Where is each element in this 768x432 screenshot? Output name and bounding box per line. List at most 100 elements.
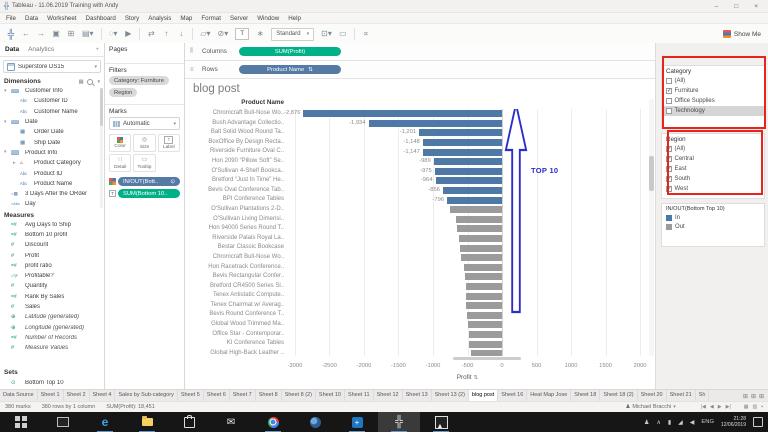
- profit-bar[interactable]: [468, 321, 503, 329]
- product-row-label[interactable]: KI Conference Tables: [185, 339, 288, 349]
- profit-bar[interactable]: [419, 129, 503, 137]
- product-row-label[interactable]: Bevis Round Conference T..: [185, 310, 288, 320]
- dimension-field[interactable]: Product ID: [0, 168, 104, 178]
- mail-icon[interactable]: [210, 412, 252, 432]
- edge-icon[interactable]: [84, 412, 126, 432]
- first-sheet-button[interactable]: |◀: [701, 404, 706, 410]
- product-row-label[interactable]: Hon 94000 Series Round T..: [185, 224, 288, 234]
- measure-field[interactable]: Measure Values: [0, 343, 104, 353]
- profit-bar[interactable]: [463, 263, 503, 271]
- legend-item[interactable]: Out: [662, 223, 764, 233]
- separator[interactable]: [353, 28, 355, 40]
- tableau-logo-icon[interactable]: ╬: [7, 29, 15, 39]
- measure-field[interactable]: Profitable?: [0, 271, 104, 281]
- marks-button[interactable]: Size: [133, 134, 156, 152]
- volume-icon[interactable]: ◀: [690, 419, 695, 426]
- filter-option-row[interactable]: (All): [662, 76, 764, 86]
- product-row-label[interactable]: O'Sullivan 4-Shelf Bookca..: [185, 167, 288, 177]
- fix-axes-icon[interactable]: ∗: [256, 29, 264, 39]
- hide-tabs-button[interactable]: ▪: [761, 404, 763, 410]
- new-worksheet-button[interactable]: ⊞: [743, 393, 748, 400]
- add-data-source-icon[interactable]: ⊞: [67, 29, 75, 39]
- language-indicator[interactable]: ENG: [701, 419, 714, 425]
- profit-bar[interactable]: [456, 225, 503, 233]
- menu-item[interactable]: Worksheet: [47, 15, 76, 22]
- file-explorer-icon[interactable]: [126, 412, 168, 432]
- clock[interactable]: 21:28 12/06/2019: [721, 416, 746, 428]
- profit-bar[interactable]: [458, 235, 503, 243]
- profit-bar[interactable]: [459, 244, 503, 252]
- checkbox-icon[interactable]: [666, 108, 672, 114]
- hidden-icons-chevron[interactable]: ∧: [656, 419, 660, 426]
- profit-bar[interactable]: [435, 177, 503, 185]
- profit-bar[interactable]: [442, 187, 503, 195]
- filter-option-row[interactable]: Furniture: [662, 86, 764, 96]
- separator[interactable]: [139, 28, 141, 40]
- marks-button[interactable]: Detail: [109, 154, 132, 172]
- profit-bar[interactable]: [433, 158, 503, 166]
- separator[interactable]: [192, 28, 194, 40]
- product-row-label[interactable]: Chromcraft Bull-Nose Wo..: [185, 109, 288, 119]
- filter-option-row[interactable]: West: [662, 184, 764, 194]
- menu-item[interactable]: Map: [180, 15, 192, 22]
- measure-field[interactable]: Number of Records: [0, 333, 104, 343]
- checkbox-icon[interactable]: [666, 186, 672, 192]
- profit-bar[interactable]: [468, 340, 503, 348]
- marks-button[interactable]: Color: [109, 134, 132, 152]
- data-source-selector[interactable]: Superstore DS15 ▾: [3, 60, 101, 73]
- fit-selector[interactable]: Standard ▾: [271, 27, 315, 41]
- tab-analytics[interactable]: Analytics: [28, 46, 54, 53]
- expander-icon[interactable]: [4, 120, 9, 125]
- show-filmstrip-button[interactable]: ▥: [752, 404, 757, 410]
- sort-descending-icon[interactable]: ↓: [177, 29, 185, 39]
- new-worksheet-icon[interactable]: ▤▾: [82, 29, 94, 39]
- run-update-icon[interactable]: ▶: [124, 29, 132, 39]
- shelf-pill[interactable]: SUM(Profit): [239, 47, 341, 56]
- close-button[interactable]: ×: [754, 3, 758, 10]
- product-row-label[interactable]: Tenex Chairmat w/ Averag..: [185, 301, 288, 311]
- next-sheet-button[interactable]: ▶: [718, 404, 722, 410]
- menu-item[interactable]: Data: [25, 15, 38, 22]
- set-field[interactable]: Bottom Top 10: [0, 377, 104, 387]
- profit-bar[interactable]: [466, 302, 503, 310]
- expander-icon[interactable]: [4, 89, 9, 94]
- product-row-label[interactable]: Bretford CR4500 Series Sl..: [185, 282, 288, 292]
- horizontal-scrollbar[interactable]: [453, 357, 522, 360]
- profit-bar[interactable]: [465, 282, 503, 290]
- checkbox-icon[interactable]: [666, 98, 672, 104]
- blue-app-icon[interactable]: [336, 412, 378, 432]
- dimension-field[interactable]: Product Category: [0, 158, 104, 168]
- product-row-label[interactable]: Global High-Back Leather ..: [185, 349, 288, 356]
- photos-icon[interactable]: [420, 412, 462, 432]
- checkbox-icon[interactable]: [666, 156, 672, 162]
- measure-field[interactable]: Profit: [0, 250, 104, 260]
- measure-field[interactable]: Longitude (generated): [0, 323, 104, 333]
- profit-bar[interactable]: [465, 292, 503, 300]
- checkbox-icon[interactable]: [666, 78, 672, 84]
- show-me-button[interactable]: Show Me: [722, 30, 761, 38]
- globe-app-icon[interactable]: [294, 412, 336, 432]
- group-members-icon[interactable]: ⊘▾: [218, 29, 229, 39]
- rows-shelf[interactable]: ≡ Rows Product Name: [185, 61, 655, 79]
- product-row-label[interactable]: Chromcraft Bull-Nose Wo..: [185, 253, 288, 263]
- undo-icon[interactable]: ←: [22, 29, 30, 39]
- sheet-title[interactable]: blog post: [185, 79, 655, 99]
- legend-item[interactable]: In: [662, 213, 764, 223]
- profit-bar[interactable]: [466, 311, 503, 319]
- filter-pill[interactable]: Region: [109, 88, 138, 97]
- search-icon[interactable]: [87, 78, 94, 85]
- mark-type-selector[interactable]: Automatic ▾: [109, 117, 180, 130]
- maximize-button[interactable]: □: [734, 3, 738, 10]
- show-mark-labels-icon[interactable]: T: [235, 28, 250, 40]
- show-tabs-button[interactable]: ▦: [744, 404, 749, 410]
- product-row-label[interactable]: Balt Solid Wood Round Ta..: [185, 128, 288, 138]
- store-icon[interactable]: [168, 412, 210, 432]
- menu-item[interactable]: Server: [230, 15, 248, 22]
- checkbox-icon[interactable]: [666, 146, 672, 152]
- save-icon[interactable]: ▣: [52, 29, 60, 39]
- previous-sheet-button[interactable]: ◀: [710, 404, 714, 410]
- product-row-label[interactable]: Bevis Oval Conference Tab..: [185, 186, 288, 196]
- product-row-label[interactable]: Riverside Furniture Oval C..: [185, 147, 288, 157]
- action-center-icon[interactable]: [753, 417, 763, 427]
- measure-field[interactable]: Avg Days to Ship: [0, 220, 104, 230]
